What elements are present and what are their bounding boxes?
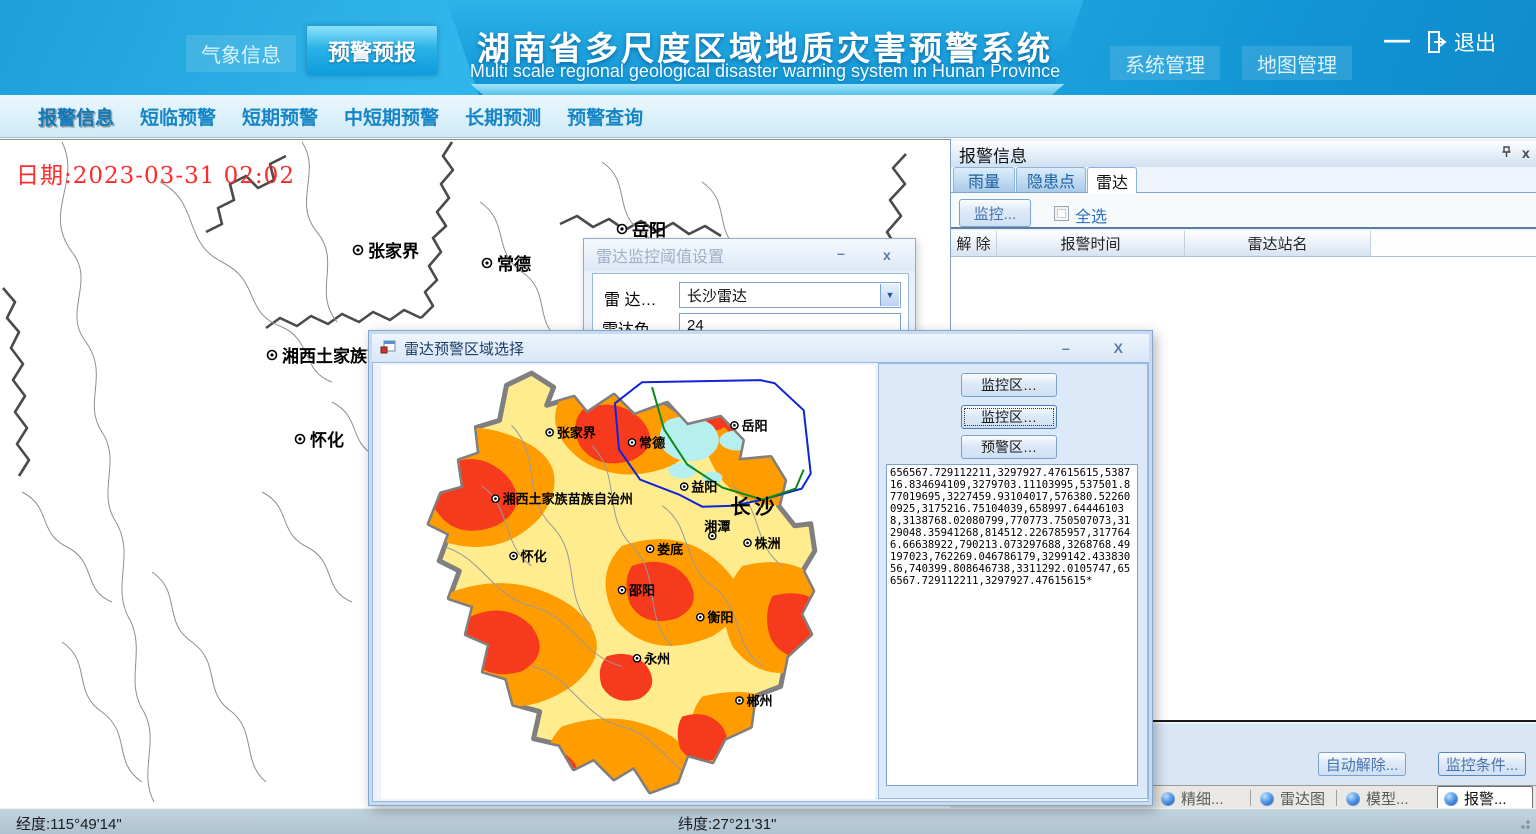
doc-tab-model[interactable]: 模型... — [1340, 788, 1415, 809]
chevron-down-icon[interactable]: ▼ — [880, 284, 899, 306]
map-date-label: 日期:2023-03-31 02:02 — [16, 156, 295, 190]
menu-item-nowcast-warning[interactable]: 短临预警 — [140, 103, 216, 130]
nav-button-system-manage[interactable]: 系统管理 — [1110, 46, 1220, 80]
city-label: 常德 — [497, 254, 531, 274]
city-label: 怀化 — [310, 430, 344, 450]
heatmap-city-label: 常德 — [639, 435, 665, 450]
alarm-toolbar: 监控... 全选 — [951, 193, 1536, 229]
app-root: 湖南省多尺度区域地质灾害预警系统 Multi scale regional ge… — [0, 0, 1536, 834]
status-latitude: 纬度:27°21'31" — [678, 813, 776, 834]
warning-region-button[interactable]: 预警区… — [961, 435, 1057, 459]
heatmap-city-label: 邵阳 — [628, 583, 655, 598]
tab-separator — [1250, 790, 1251, 806]
monitor-region-button-2[interactable]: 监控区… — [961, 405, 1057, 429]
heatmap-city-label: 怀化 — [521, 549, 547, 564]
title-banner-swoosh — [455, 84, 1080, 95]
menu-item-shortterm-warning[interactable]: 短期预警 — [242, 103, 318, 130]
radar-region-dialog: 雷达预警区域选择 – X — [368, 330, 1153, 806]
nav-button-map-manage[interactable]: 地图管理 — [1242, 46, 1352, 80]
monitor-button[interactable]: 监控... — [959, 199, 1031, 227]
menu-item-longterm-forecast[interactable]: 长期预测 — [465, 103, 541, 130]
region-coordinates-textarea[interactable]: 656567.729112211,3297927.47615615,538716… — [886, 464, 1138, 786]
heatmap-city-label: 益阳 — [691, 480, 717, 495]
doc-tab-alarm[interactable]: 报警... — [1437, 786, 1533, 810]
doc-tab-fine[interactable]: 精细... — [1155, 788, 1230, 809]
exit-label: 退出 — [1454, 27, 1496, 57]
heatmap-city-label: 株洲 — [755, 536, 781, 551]
pin-icon[interactable] — [1501, 146, 1512, 161]
column-header-filler — [1371, 231, 1536, 257]
app-header: 湖南省多尺度区域地质灾害预警系统 Multi scale regional ge… — [0, 0, 1536, 95]
exit-button[interactable]: 退出 — [1426, 27, 1496, 57]
window-form-icon — [380, 340, 396, 356]
monitor-condition-button[interactable]: 监控条件... — [1438, 752, 1526, 776]
close-icon[interactable]: x — [883, 247, 891, 263]
heatmap-city-label: 郴州 — [746, 694, 772, 709]
status-longitude: 经度:115°49'14" — [16, 813, 122, 834]
minimize-icon[interactable]: – — [837, 245, 845, 261]
resize-grip[interactable] — [1518, 817, 1530, 829]
heatmap-city-label: 娄底 — [657, 542, 683, 557]
menu-item-alarm-info[interactable]: 报警信息 — [38, 103, 114, 130]
region-dialog-titlebar[interactable]: 雷达预警区域选择 – X — [372, 334, 1149, 362]
minimize-button[interactable]: — — [1384, 24, 1410, 55]
city-label: 张家界 — [368, 241, 419, 261]
doc-tab-label: 雷达图 — [1280, 788, 1325, 809]
globe-icon — [1161, 792, 1175, 806]
tab-rainfall[interactable]: 雨量 — [953, 167, 1015, 192]
heatmap-city-label: 张家界 — [557, 425, 597, 440]
logout-door-icon — [1426, 30, 1448, 54]
auto-release-button[interactable]: 自动解除... — [1318, 752, 1406, 776]
doc-tab-label: 报警... — [1464, 788, 1507, 809]
radar-field-label: 雷 达… — [604, 286, 656, 310]
alarm-panel-title: 报警信息 — [959, 142, 1027, 167]
region-dialog-body: 张家界 常德 岳阳 益阳 长沙 湘西土家族苗族自治州 怀化 娄底 湘潭 株洲 邵… — [372, 362, 1149, 802]
radar-threshold-dialog: 雷达监控阈值设置 – x 雷 达… 长沙雷达 ▼ 雷达色… 24 — [583, 238, 916, 338]
column-header-release[interactable]: 解 除 — [951, 231, 997, 257]
menu-item-warning-query[interactable]: 预警查询 — [567, 103, 643, 130]
nav-button-warning-forecast[interactable]: 预警预报 — [307, 26, 437, 75]
monitor-region-button-1[interactable]: 监控区… — [961, 373, 1057, 397]
select-all-label[interactable]: 全选 — [1075, 203, 1107, 227]
threshold-dialog-titlebar[interactable]: 雷达监控阈值设置 — [584, 239, 915, 271]
close-icon[interactable]: x — [1522, 146, 1530, 160]
tab-hazard-points[interactable]: 隐患点 — [1016, 167, 1086, 192]
hunan-heatmap: 张家界 常德 岳阳 益阳 长沙 湘西土家族苗族自治州 怀化 娄底 湘潭 株洲 邵… — [381, 365, 875, 799]
heatmap-city-label-changsha: 长沙 — [730, 496, 778, 519]
heatmap-city-label: 湘潭 — [704, 519, 730, 534]
select-all-checkbox[interactable] — [1054, 206, 1069, 221]
toolbar-separator — [951, 227, 1536, 229]
heatmap-city-label: 岳阳 — [741, 418, 767, 433]
doc-tab-label: 精细... — [1181, 788, 1224, 809]
radar-select[interactable]: 长沙雷达 ▼ — [679, 282, 901, 308]
threshold-dialog-title: 雷达监控阈值设置 — [596, 243, 724, 267]
column-header-radar-station[interactable]: 雷达站名 — [1185, 231, 1371, 257]
hazard-heatmap-canvas[interactable]: 张家界 常德 岳阳 益阳 长沙 湘西土家族苗族自治州 怀化 娄底 湘潭 株洲 邵… — [381, 365, 875, 799]
alarm-panel-titlebar: 报警信息 — [951, 141, 1536, 167]
column-header-alarm-time[interactable]: 报警时间 — [997, 231, 1185, 257]
doc-tab-radar-image[interactable]: 雷达图 — [1254, 788, 1331, 809]
menu-item-midshort-warning[interactable]: 中短期预警 — [344, 103, 439, 130]
globe-icon — [1444, 792, 1458, 806]
threshold-dialog-body: 雷 达… 长沙雷达 ▼ 雷达色… 24 — [592, 273, 909, 338]
status-bar: 经度:115°49'14" 纬度:27°21'31" — [0, 808, 1536, 834]
warning-menu: 报警信息 短临预警 短期预警 中短期预警 长期预测 预警查询 — [0, 95, 1536, 138]
heatmap-city-label: 永州 — [643, 651, 670, 666]
close-icon[interactable]: X — [1114, 340, 1123, 356]
minimize-icon[interactable]: – — [1062, 340, 1070, 356]
app-subtitle: Multi scale regional geological disaster… — [440, 61, 1090, 82]
doc-tab-label: 模型... — [1366, 788, 1409, 809]
nav-button-weather-info[interactable]: 气象信息 — [186, 35, 296, 72]
alarm-tabs: 雨量 隐患点 雷达 — [951, 167, 1536, 193]
tab-radar[interactable]: 雷达 — [1087, 167, 1137, 193]
tab-separator — [1336, 790, 1337, 806]
region-dialog-side-panel: 监控区… 监控区… 预警区… 656567.729112211,3297927.… — [878, 363, 1148, 799]
globe-icon — [1260, 792, 1274, 806]
radar-select-value: 长沙雷达 — [687, 285, 747, 306]
region-dialog-title: 雷达预警区域选择 — [404, 338, 524, 359]
globe-icon — [1346, 792, 1360, 806]
heatmap-city-label: 湘西土家族苗族自治州 — [502, 492, 632, 507]
heatmap-city-label: 衡阳 — [707, 610, 733, 625]
